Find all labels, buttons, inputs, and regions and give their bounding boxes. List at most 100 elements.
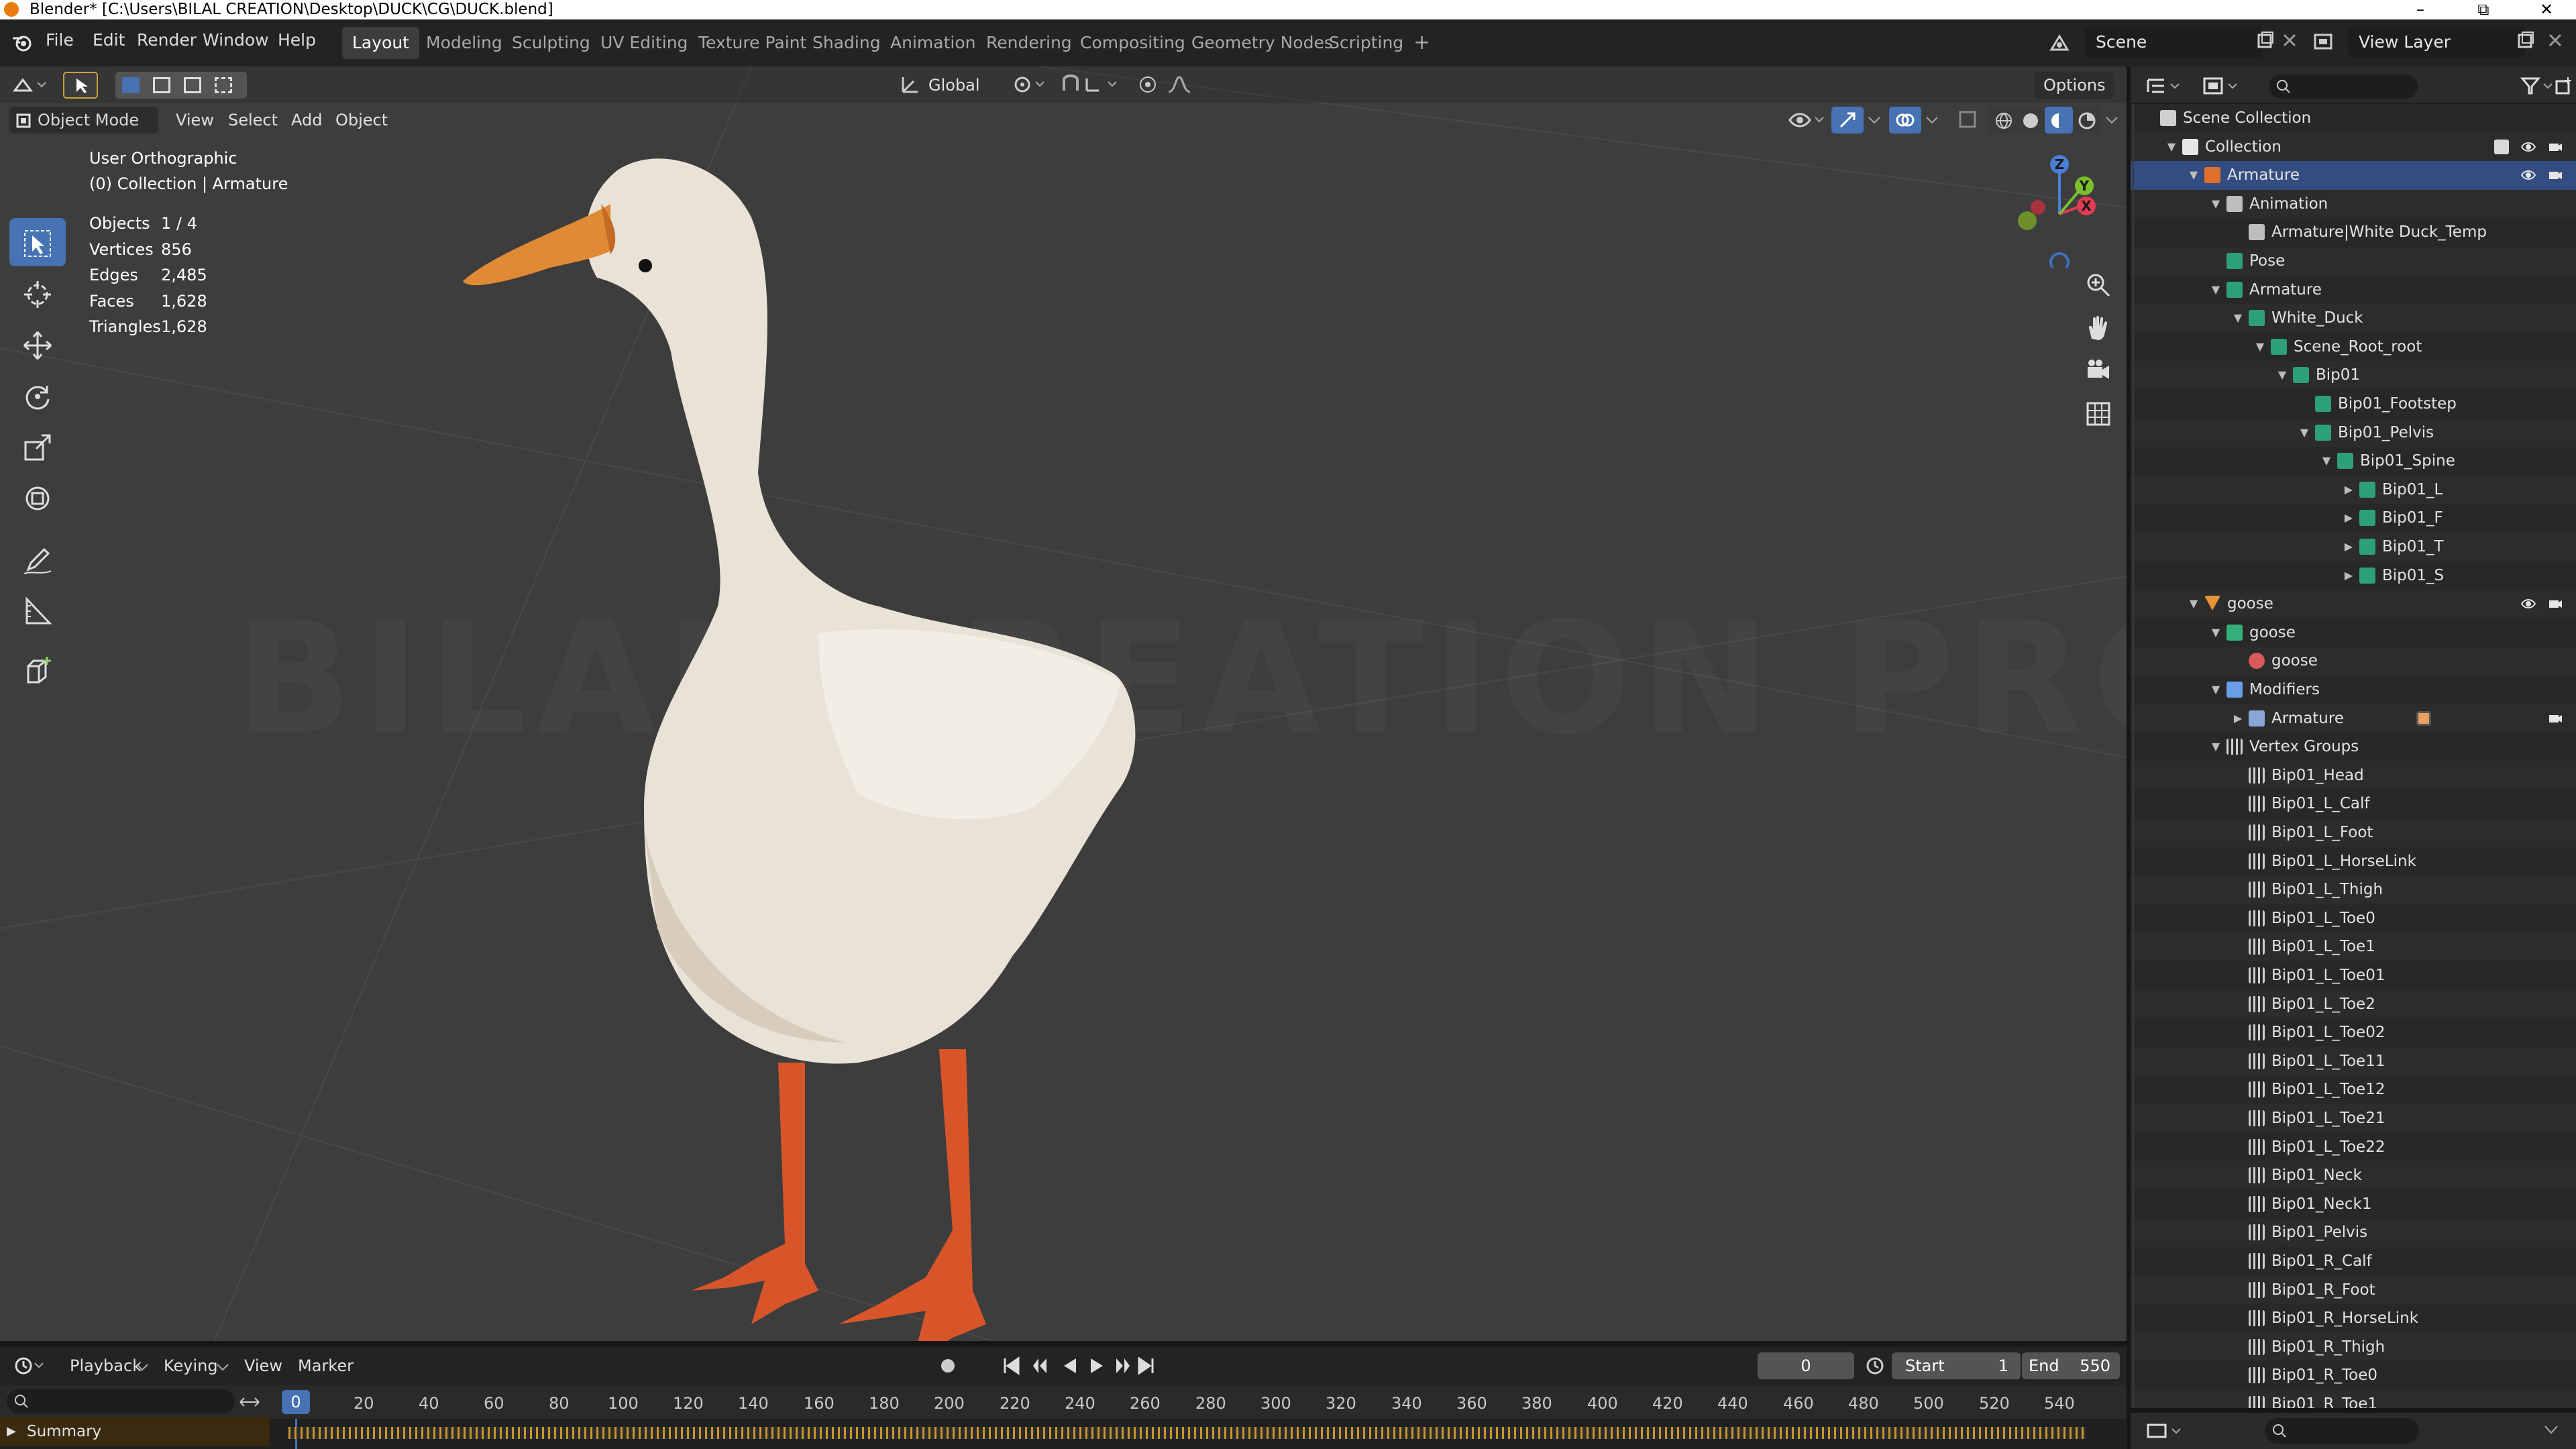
rotate-tool[interactable] bbox=[9, 371, 66, 419]
annotate-tool[interactable] bbox=[9, 535, 66, 583]
outliner-row[interactable]: ▼ Armature bbox=[2131, 161, 2576, 190]
outliner-row[interactable]: Bip01_L_Toe22 bbox=[2131, 1133, 2576, 1162]
menu-select[interactable]: Select bbox=[220, 107, 286, 133]
disclosure-triangle-icon[interactable]: ▼ bbox=[2231, 304, 2245, 333]
proportional-editing-icon[interactable] bbox=[1136, 73, 1159, 96]
options-dropdown[interactable]: Options bbox=[2035, 72, 2114, 99]
zoom-icon[interactable] bbox=[2082, 269, 2114, 301]
camera-view-icon[interactable] bbox=[2082, 355, 2114, 387]
scene-icon[interactable] bbox=[2047, 31, 2072, 55]
tab-animation[interactable]: Animation bbox=[880, 27, 985, 59]
wireframe-shading-icon[interactable] bbox=[1994, 111, 2014, 131]
menu-help[interactable]: Help bbox=[278, 30, 316, 50]
tab-shading[interactable]: Shading bbox=[802, 27, 891, 59]
navigation-gizmo[interactable]: Z X Y bbox=[1992, 147, 2113, 268]
render-camera-icon[interactable] bbox=[2548, 596, 2563, 611]
timeline-editor-type-icon[interactable] bbox=[13, 1354, 44, 1377]
3d-viewport[interactable]: BILAL CREATION PRODUCTION Global Options bbox=[0, 66, 2127, 1341]
menu-render[interactable]: Render bbox=[137, 30, 197, 50]
disclosure-triangle-icon[interactable]: ▼ bbox=[2209, 733, 2222, 761]
outliner-row[interactable]: ▶ Bip01_F bbox=[2131, 504, 2576, 533]
duck-model[interactable] bbox=[443, 123, 1409, 1341]
scale-tool[interactable] bbox=[9, 422, 66, 470]
disclosure-triangle-icon[interactable]: ▼ bbox=[2320, 447, 2333, 476]
outliner-row[interactable]: goose bbox=[2131, 647, 2576, 676]
disclosure-triangle-icon[interactable]: ▶ bbox=[2342, 561, 2355, 590]
outliner-row[interactable]: Bip01_R_Thigh bbox=[2131, 1332, 2576, 1362]
outliner-row[interactable]: Bip01_L_Toe2 bbox=[2131, 989, 2576, 1019]
outliner-row[interactable]: Bip01_L_Toe1 bbox=[2131, 932, 2576, 961]
display-mode-icon[interactable] bbox=[2202, 76, 2239, 96]
tab-modeling[interactable]: Modeling bbox=[416, 27, 513, 59]
menu-view[interactable]: View bbox=[168, 107, 222, 133]
visibility-eye-icon[interactable] bbox=[2521, 596, 2536, 611]
outliner-row[interactable]: ▼ Collection bbox=[2131, 132, 2576, 162]
pivot-point-icon[interactable] bbox=[1012, 73, 1045, 96]
shading-mode-group[interactable] bbox=[1988, 107, 2101, 133]
visibility-eye-icon[interactable] bbox=[2521, 168, 2536, 182]
outliner-row[interactable]: Bip01_R_Toe0 bbox=[2131, 1361, 2576, 1390]
menu-window[interactable]: Window bbox=[203, 30, 269, 50]
menu-timeline-view[interactable]: View bbox=[236, 1352, 290, 1379]
menu-marker[interactable]: Marker bbox=[290, 1352, 362, 1379]
menu-add[interactable]: Add bbox=[283, 107, 330, 133]
outliner-row[interactable]: ▼ goose bbox=[2131, 590, 2576, 619]
select-extend-icon[interactable] bbox=[153, 77, 170, 93]
summary-expand-icon[interactable]: ▶ bbox=[7, 1417, 16, 1446]
selection-mode-group[interactable] bbox=[115, 72, 247, 99]
disclosure-triangle-icon[interactable]: ▼ bbox=[2298, 419, 2311, 447]
footer-dropdown-icon[interactable] bbox=[2542, 1424, 2560, 1437]
menu-object[interactable]: Object bbox=[327, 107, 396, 133]
gizmo-neg-x[interactable] bbox=[2031, 200, 2045, 215]
properties-editor-type-icon[interactable] bbox=[2145, 1421, 2182, 1441]
keyframe-track[interactable] bbox=[0, 1419, 2127, 1449]
pan-hand-icon[interactable] bbox=[2082, 312, 2114, 344]
view-layer-icon[interactable] bbox=[2312, 31, 2336, 55]
properties-search-input[interactable] bbox=[2265, 1418, 2419, 1444]
move-tool[interactable] bbox=[9, 320, 66, 368]
channel-search-input[interactable] bbox=[7, 1389, 235, 1413]
blender-menu-icon[interactable] bbox=[11, 32, 34, 54]
disclosure-triangle-icon[interactable]: ▼ bbox=[2187, 161, 2200, 190]
exclude-checkbox[interactable] bbox=[2494, 139, 2509, 154]
outliner-row[interactable]: Bip01_L_Toe21 bbox=[2131, 1104, 2576, 1133]
disclosure-triangle-icon[interactable]: ▶ bbox=[2342, 504, 2355, 533]
disclosure-triangle-icon[interactable]: ▼ bbox=[2253, 333, 2267, 362]
cursor-tool[interactable] bbox=[9, 269, 66, 317]
tab-compositing[interactable]: Compositing bbox=[1070, 27, 1195, 59]
add-workspace-button[interactable]: + bbox=[1403, 27, 1440, 59]
outliner-search-input[interactable] bbox=[2269, 74, 2418, 99]
delete-view-layer-icon[interactable] bbox=[2546, 32, 2564, 49]
outliner-editor-type-icon[interactable] bbox=[2145, 76, 2180, 96]
outliner-row[interactable]: ▶ Bip01_S bbox=[2131, 561, 2576, 590]
falloff-icon[interactable] bbox=[1166, 73, 1199, 96]
auto-keying-icon[interactable] bbox=[938, 1356, 958, 1376]
outliner-row[interactable]: Bip01_Pelvis bbox=[2131, 1218, 2576, 1247]
outliner-row[interactable]: ▼ Bip01_Spine bbox=[2131, 447, 2576, 476]
outliner-row[interactable]: Bip01_Neck1 bbox=[2131, 1190, 2576, 1219]
outliner-row[interactable]: Bip01_L_Toe0 bbox=[2131, 904, 2576, 933]
object-mode-dropdown[interactable]: Object Mode bbox=[9, 107, 158, 133]
editor-type-icon[interactable] bbox=[12, 74, 47, 96]
new-scene-icon[interactable] bbox=[2255, 30, 2275, 50]
material-preview-shading-button[interactable] bbox=[2045, 107, 2073, 133]
select-subtract-icon[interactable] bbox=[184, 77, 201, 93]
add-cube-tool[interactable] bbox=[9, 645, 66, 693]
select-box-tool[interactable] bbox=[9, 218, 66, 266]
outliner-row[interactable]: Pose bbox=[2131, 247, 2576, 276]
modifier-toggle[interactable] bbox=[2416, 710, 2431, 726]
disclosure-triangle-icon[interactable]: ▼ bbox=[2209, 190, 2222, 219]
tab-layout[interactable]: Layout bbox=[342, 27, 419, 59]
transform-tool[interactable] bbox=[9, 473, 66, 521]
view-layer-field[interactable]: View Layer bbox=[2348, 27, 2525, 58]
disclosure-triangle-icon[interactable]: ▶ bbox=[2231, 704, 2245, 733]
outliner-row[interactable]: ▶ Bip01_T bbox=[2131, 533, 2576, 561]
disclosure-triangle-icon[interactable]: ▼ bbox=[2275, 361, 2289, 390]
playback-controls[interactable] bbox=[1002, 1356, 1157, 1376]
gizmo-dropdown-icon[interactable] bbox=[1868, 115, 1881, 125]
outliner-row[interactable]: Bip01_Footstep bbox=[2131, 390, 2576, 419]
tab-rendering[interactable]: Rendering bbox=[976, 27, 1082, 59]
outliner-row[interactable]: Bip01_R_HorseLink bbox=[2131, 1304, 2576, 1333]
disclosure-triangle-icon[interactable]: ▼ bbox=[2187, 590, 2200, 619]
outliner-row[interactable]: Bip01_L_Toe01 bbox=[2131, 961, 2576, 990]
